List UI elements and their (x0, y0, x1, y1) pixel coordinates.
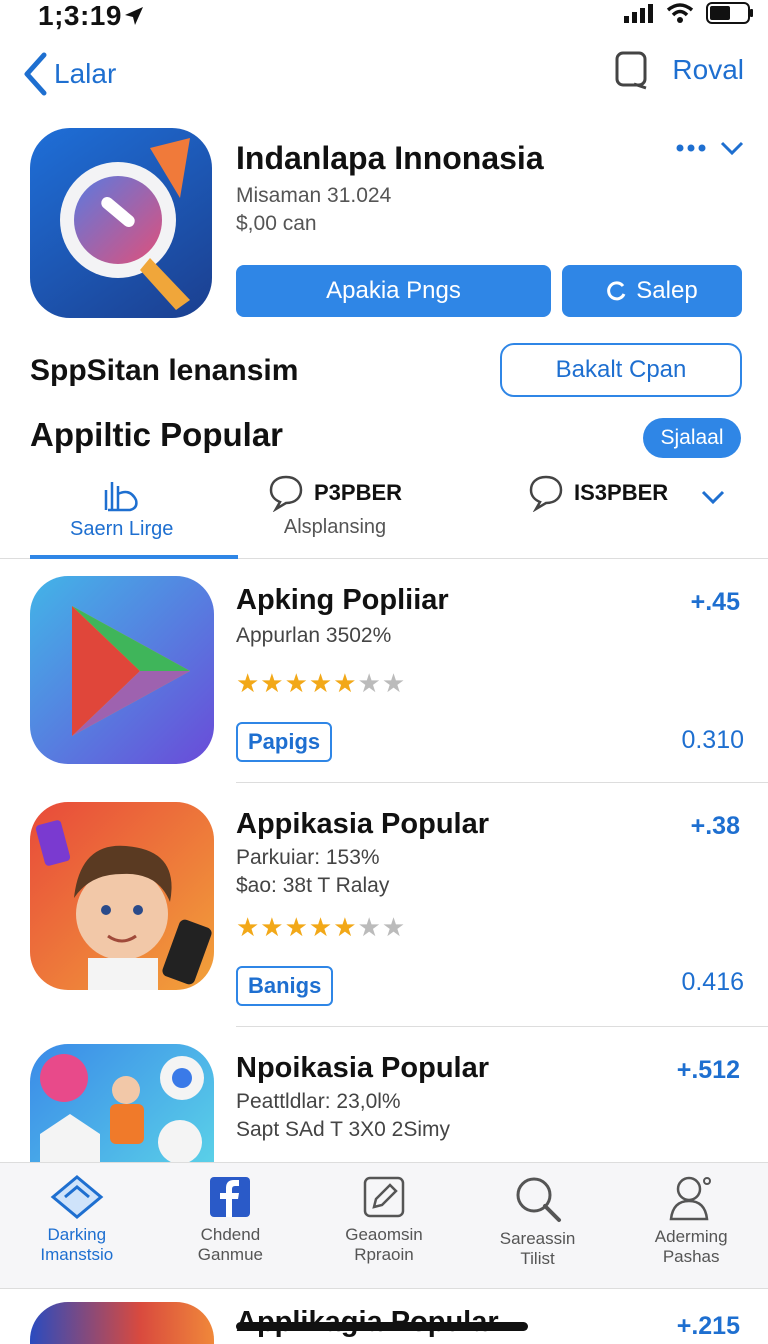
item-1-score: 0.310 (681, 726, 744, 754)
nav-right-link[interactable]: Roval (672, 54, 744, 86)
diamond-nav-icon (50, 1175, 104, 1219)
item-1-price[interactable]: +.45 (691, 588, 740, 617)
app-title: Indanlapa Innonasia (236, 140, 544, 176)
tabbar-item-discover[interactable]: Darking Imanstsio (0, 1163, 154, 1288)
tabbar-item-account[interactable]: Aderming Pashas (614, 1163, 768, 1288)
tabbar-label: Darking Imanstsio (40, 1225, 114, 1264)
more-options[interactable] (676, 140, 744, 156)
wifi-icon (666, 3, 694, 23)
item-2-subtitle-2: $ao: 38t T Ralay (236, 874, 390, 897)
list-divider (236, 782, 768, 783)
search-icon (516, 1177, 561, 1222)
list-divider (236, 1026, 768, 1027)
more-dots-icon (676, 144, 706, 152)
app-price: $,00 can (236, 212, 317, 235)
tabbar-divider (0, 1288, 768, 1289)
tab-active-indicator (30, 555, 238, 559)
tabs-chevron-down-icon[interactable] (700, 488, 726, 511)
tab-3[interactable]: IS3PBER (528, 474, 668, 512)
redaction-bar (236, 1322, 528, 1331)
item-3-subtitle-2: Sapt SAd T 3X0 2Simy (236, 1118, 451, 1141)
tabbar-label: Chdend Ganmue (197, 1225, 263, 1264)
item-3-subtitle: Peattldlar: 23,0l% (236, 1090, 401, 1113)
app-subtitle: Misaman 31.024 (236, 184, 392, 207)
item-2-badge[interactable]: Banigs (236, 966, 334, 1006)
chart-hand-icon (104, 482, 138, 512)
section-heading: SppSitan lenansim (30, 354, 299, 387)
facebook-icon (210, 1177, 251, 1217)
item-3-icon[interactable] (30, 1044, 214, 1162)
chat-bubble-icon (529, 475, 563, 512)
item-1-rating: ★★★★★★★ (236, 668, 407, 698)
status-time: 1;3:19 (38, 0, 122, 31)
tab-1[interactable]: Saern Lirge (70, 474, 173, 541)
status-icons (624, 2, 754, 24)
tab-2[interactable]: P3PBER Alsplansing (268, 474, 402, 539)
battery-icon (706, 2, 753, 24)
item-2-title[interactable]: Appikasia Popular (236, 808, 489, 841)
item-4-icon[interactable] (30, 1302, 214, 1344)
share-square-icon[interactable] (614, 50, 650, 90)
item-2-rating: ★★★★★★★ (236, 912, 407, 942)
tabbar-label: Sareassin Tilist (499, 1229, 576, 1268)
nav-right-group: Roval (614, 50, 744, 90)
tabbar-item-search[interactable]: Sareassin Tilist (461, 1163, 615, 1288)
app-icon (30, 128, 212, 318)
tab-3-heading: IS3PBER (574, 480, 669, 505)
item-4-price[interactable]: +.215 (677, 1312, 740, 1341)
item-2-icon[interactable] (30, 802, 214, 990)
tabbar-label: Aderming Pashas (654, 1227, 728, 1266)
bottom-tab-bar: Darking Imanstsio Chdend Ganmue Geaomsin Rp… (0, 1162, 768, 1288)
item-1-badge[interactable]: Papigs (236, 722, 333, 762)
chevron-down-icon (720, 141, 744, 156)
item-1-icon[interactable] (30, 576, 214, 764)
item-1-title[interactable]: Apking Popliiar (236, 584, 449, 617)
location-arrow-icon (122, 4, 146, 33)
get-app-button[interactable]: Apakia Pngs (236, 265, 551, 317)
tabbar-item-apps[interactable]: Geaomsin Rpraoin (307, 1163, 461, 1288)
chat-bubble-icon (269, 475, 303, 512)
chevron-left-icon (24, 52, 47, 96)
setup-button[interactable]: Salep (562, 265, 742, 317)
popular-heading: Appiltic Popular (30, 416, 284, 453)
item-3-price[interactable]: +.512 (677, 1056, 740, 1085)
item-1-subtitle: Appurlan 3502% (236, 624, 392, 647)
tabbar-label: Geaomsin Rpraoin (345, 1225, 423, 1264)
item-3-title[interactable]: Npoikasia Popular (236, 1052, 489, 1085)
tab-1-label: Saern Lirge (70, 518, 174, 540)
item-2-score: 0.416 (681, 968, 744, 996)
item-2-subtitle: Parkuiar: 153% (236, 846, 380, 869)
outline-button[interactable]: Bakalt Cpan (500, 343, 742, 397)
back-button[interactable]: Lalar (22, 52, 116, 96)
see-all-pill[interactable]: Sjalaal (643, 418, 741, 458)
tab-2-heading: P3PBER (314, 480, 403, 505)
tabbar-item-games[interactable]: Chdend Ganmue (154, 1163, 308, 1288)
user-icon (669, 1176, 712, 1221)
refresh-icon (607, 281, 626, 301)
item-2-price[interactable]: +.38 (691, 812, 740, 841)
back-label: Lalar (54, 58, 117, 89)
signal-icon (624, 4, 653, 23)
edit-square-icon (363, 1176, 405, 1218)
setup-button-label: Salep (636, 277, 698, 304)
tab-2-label: Alsplansing (283, 516, 387, 538)
